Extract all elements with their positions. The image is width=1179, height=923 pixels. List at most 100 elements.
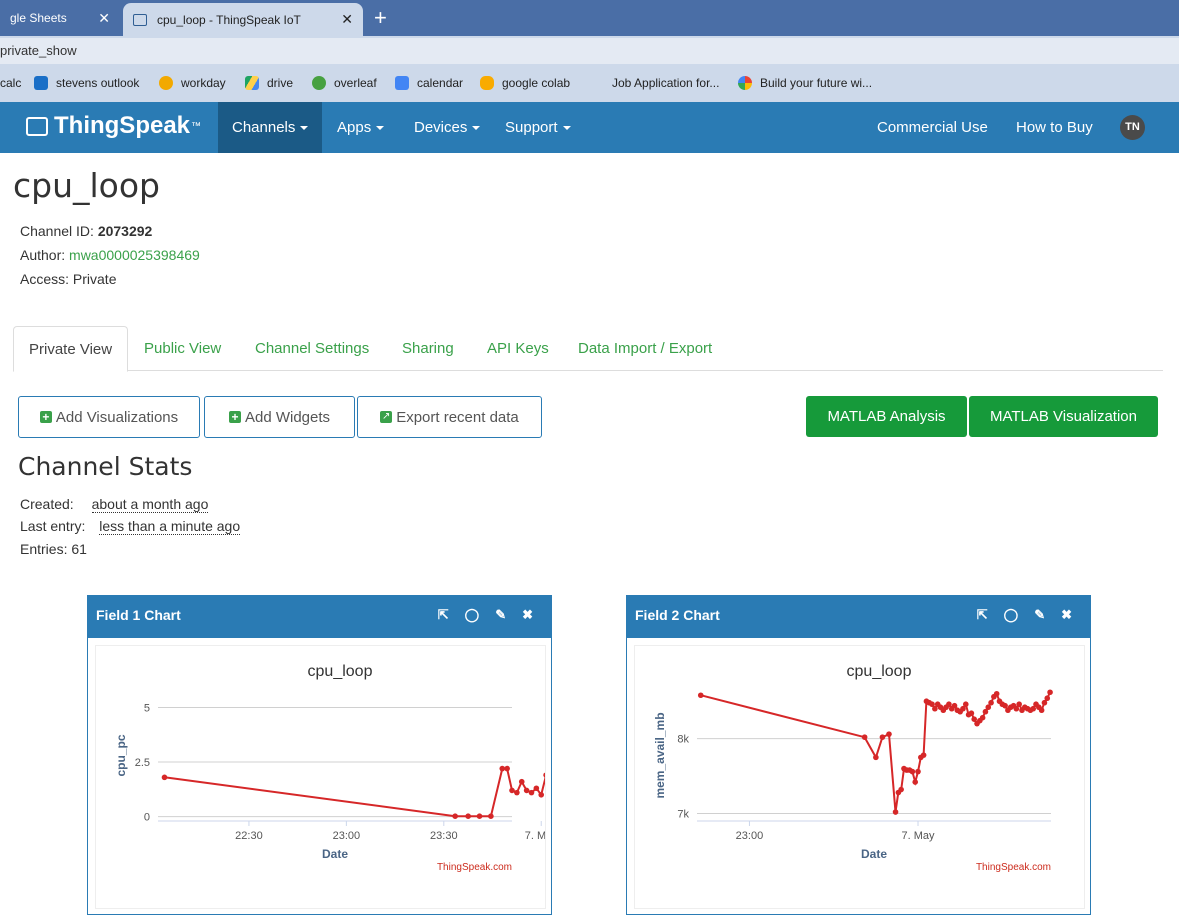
plus-icon: + (39, 411, 52, 423)
panel-title: Field 1 Chart (96, 607, 181, 623)
channel-tabs: Private View Public View Channel Setting… (13, 326, 1163, 372)
bookmark-drive[interactable]: drive (245, 76, 293, 90)
tab-public-view[interactable]: Public View (129, 326, 236, 371)
data-point (879, 734, 886, 740)
last-entry-row: Last entry: less than a minute ago (20, 518, 241, 535)
nav-commercial-use[interactable]: Commercial Use (863, 102, 1002, 153)
data-point (892, 809, 899, 815)
chart-title: cpu_loop (847, 663, 912, 680)
close-icon[interactable]: ✖ (1061, 607, 1072, 623)
data-point (915, 768, 921, 775)
chart-body: cpu_loop02.5522:3023:0023:307. May00:30D… (96, 646, 773, 908)
bookmark-calc[interactable]: calc (0, 76, 21, 90)
data-point (161, 774, 168, 781)
data-point (514, 789, 520, 796)
nav-apps[interactable]: Apps (323, 102, 398, 153)
data-point (528, 789, 535, 796)
data-point (533, 785, 540, 792)
bookmark-build-future[interactable]: Build your future wi... (738, 76, 872, 90)
chart-credit: ThingSpeak.com (976, 862, 1051, 873)
data-point (509, 787, 515, 794)
channel-id: 2073292 (97, 223, 153, 239)
last-entry-value: less than a minute ago (99, 518, 241, 535)
add-widgets-button[interactable]: + Add Widgets (204, 396, 355, 438)
external-link-icon[interactable]: ⇱ (438, 607, 449, 623)
data-point (909, 768, 916, 775)
bookmark-overleaf[interactable]: overleaf (312, 76, 377, 90)
tab-data-import-export[interactable]: Data Import / Export (563, 326, 727, 371)
panel-title: Field 2 Chart (635, 607, 720, 623)
author-link[interactable]: mwa0000025398469 (69, 247, 200, 263)
url-field[interactable]: private_show (0, 38, 1179, 64)
data-point (499, 765, 506, 772)
x-tick-label: 23:30 (430, 830, 458, 842)
data-point (979, 714, 986, 721)
data-point (697, 692, 704, 699)
caret-down-icon (300, 126, 309, 131)
created-row: Created: about a month ago (20, 496, 209, 513)
nav-support[interactable]: Support (491, 102, 585, 153)
data-point (873, 754, 879, 761)
export-recent-data-button[interactable]: ↗ Export recent data (357, 396, 542, 438)
browser-tab-sheets[interactable]: gle Sheets ✕ (0, 0, 120, 36)
data-point (886, 731, 892, 737)
field1-chart-panel: Field 1 Chart ⇱ ◯ ✎ ✖ cpu_loop 0 2.5 5 22:30… (87, 595, 773, 915)
tab-channel-settings[interactable]: Channel Settings (240, 326, 384, 371)
bookmarks-bar: calc stevens outlook workday drive overl… (0, 68, 1179, 102)
comment-icon[interactable]: ◯ (1004, 607, 1019, 623)
access-value: Private (72, 271, 117, 287)
data-point (523, 787, 530, 794)
browser-tab-thingspeak[interactable]: cpu_loop - ThingSpeak IoT ✕ (123, 3, 363, 36)
data-point (1044, 695, 1051, 702)
tab-private-view[interactable]: Private View (13, 326, 129, 372)
pencil-icon[interactable]: ✎ (495, 607, 506, 623)
data-point (993, 690, 1000, 697)
browser-tabbar: gle Sheets ✕ cpu_loop - ThingSpeak IoT ✕… (0, 0, 1179, 36)
data-point (518, 778, 525, 785)
user-avatar[interactable]: TN (1120, 115, 1145, 140)
tab-api-keys[interactable]: API Keys (472, 326, 564, 371)
y-tick-label: 2.5 (135, 757, 150, 769)
nav-channels[interactable]: Channels (218, 102, 323, 153)
bookmark-workday[interactable]: workday (159, 76, 226, 90)
external-link-icon[interactable]: ⇱ (977, 607, 988, 623)
y-tick-label: 5 (144, 702, 150, 714)
nav-how-to-buy[interactable]: How to Buy (1002, 102, 1107, 153)
data-point (543, 772, 549, 778)
matlab-analysis-button[interactable]: MATLAB Analysis (806, 396, 967, 437)
access-row: Access: Private (20, 271, 117, 287)
caret-down-icon (472, 126, 481, 131)
new-tab-button[interactable]: + (374, 4, 387, 32)
y-axis-label: mem_avail_mb (653, 712, 667, 798)
tab-sharing[interactable]: Sharing (387, 326, 469, 371)
nav-devices[interactable]: Devices (400, 102, 494, 153)
panel-header: Field 1 Chart ⇱ ◯ ✎ ✖ (88, 596, 551, 638)
data-point (861, 734, 868, 740)
bookmark-job-application[interactable]: Job Application for... (612, 76, 719, 90)
bookmark-calendar[interactable]: calendar (395, 76, 463, 90)
thingspeak-favicon-icon (133, 13, 147, 26)
close-icon[interactable]: ✖ (522, 607, 533, 623)
pencil-icon[interactable]: ✎ (1034, 607, 1045, 623)
comment-icon[interactable]: ◯ (465, 607, 480, 623)
close-icon[interactable]: ✕ (98, 10, 110, 27)
data-point (898, 786, 904, 793)
caret-down-icon (562, 126, 571, 131)
bookmark-colab[interactable]: google colab (480, 76, 570, 90)
overleaf-icon (312, 76, 326, 90)
data-point (452, 813, 458, 819)
x-axis-label: Date (322, 847, 348, 861)
x-tick-label: 7. May (525, 830, 545, 842)
bookmark-outlook[interactable]: stevens outlook (34, 76, 139, 90)
data-point (476, 813, 483, 819)
matlab-visualization-button[interactable]: MATLAB Visualization (969, 396, 1158, 437)
x-axis-label: Date (861, 847, 887, 861)
add-visualizations-button[interactable]: + Add Visualizations (18, 396, 200, 438)
thingspeak-logo[interactable]: ThingSpeak ™ (26, 112, 201, 140)
close-icon[interactable]: ✕ (341, 11, 353, 28)
chart-credit: ThingSpeak.com (437, 862, 512, 873)
calendar-icon (395, 76, 409, 90)
data-point (912, 779, 919, 785)
data-point (1038, 707, 1045, 714)
y-tick-label: 0 (144, 812, 150, 824)
